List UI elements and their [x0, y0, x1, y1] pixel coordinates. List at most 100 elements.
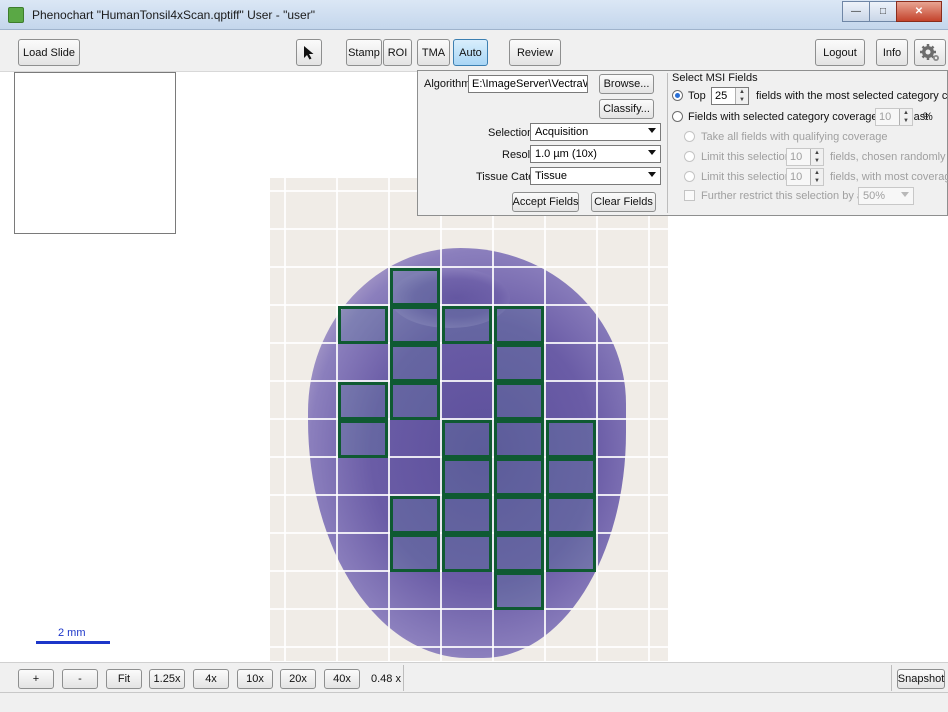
zoom-4x-button[interactable]: 4x [193, 669, 229, 689]
msi-field[interactable] [494, 458, 544, 496]
chevron-down-icon [648, 150, 656, 155]
zoom-20x-button[interactable]: 20x [280, 669, 316, 689]
top-label: Top [688, 90, 706, 102]
limit-coverage-radio[interactable] [684, 171, 695, 182]
zoom-in-button[interactable]: + [18, 669, 54, 689]
limit-random-value: 10 [790, 151, 803, 163]
grid-size-select[interactable]: 50% [858, 187, 914, 205]
roi-button[interactable]: ROI [383, 39, 412, 66]
msi-field[interactable] [442, 420, 492, 458]
msi-field[interactable] [494, 572, 544, 610]
msi-field[interactable] [390, 306, 440, 344]
zoom-fit-button[interactable]: Fit [106, 669, 142, 689]
clear-fields-button[interactable]: Clear Fields [591, 192, 656, 212]
spinner-arrows-icon[interactable]: ▲ ▼ [810, 169, 823, 185]
gear-icon [920, 43, 939, 61]
limit-coverage-value: 10 [790, 171, 803, 183]
msi-fields-header: Select MSI Fields [672, 72, 758, 84]
zoom-toolbar: + - Fit 1.25x 4x 10x 20x 40x 0.48 x Snap… [0, 662, 948, 692]
zoom-10x-button[interactable]: 10x [237, 669, 273, 689]
msi-field[interactable] [338, 306, 388, 344]
msi-field[interactable] [546, 420, 596, 458]
limit-coverage-suffix: fields, with most coverage [830, 171, 948, 183]
msi-field[interactable] [390, 496, 440, 534]
tissue-category-select[interactable]: Tissue [530, 167, 661, 185]
zoom-out-button[interactable]: - [62, 669, 98, 689]
pointer-tool-button[interactable] [296, 39, 322, 66]
msi-field[interactable] [338, 420, 388, 458]
spinner-arrows-icon[interactable]: ▲ ▼ [810, 149, 823, 165]
selection-type-select[interactable]: Acquisition [530, 123, 661, 141]
limit-random-spinner[interactable]: 10 ▲ ▼ [786, 148, 824, 166]
zoom-1-25x-button[interactable]: 1.25x [149, 669, 185, 689]
app-icon [8, 7, 24, 23]
msi-field[interactable] [390, 534, 440, 572]
msi-field[interactable] [390, 344, 440, 382]
msi-field[interactable] [494, 420, 544, 458]
minimize-icon[interactable]: — [842, 1, 870, 22]
limit-coverage-spinner[interactable]: 10 ▲ ▼ [786, 168, 824, 186]
cursor-arrow-icon [304, 46, 314, 60]
spinner-arrows-icon[interactable]: ▲ ▼ [735, 88, 748, 104]
msi-field[interactable] [442, 458, 492, 496]
auto-selection-panel: Algorithm: E:\ImageServer\VectraWS\ Brow… [417, 70, 948, 216]
zoom-level-readout: 0.48 x [371, 673, 401, 685]
tma-button[interactable]: TMA [417, 39, 450, 66]
msi-field[interactable] [494, 382, 544, 420]
resolution-select[interactable]: 1.0 µm (10x) [530, 145, 661, 163]
msi-field[interactable] [546, 496, 596, 534]
algorithm-path-field[interactable]: E:\ImageServer\VectraWS\ [468, 75, 588, 93]
msi-field[interactable] [390, 382, 440, 420]
stamp-button[interactable]: Stamp [346, 39, 382, 66]
window-title: Phenochart "HumanTonsil4xScan.qptiff" Us… [32, 8, 315, 22]
auto-button[interactable]: Auto [453, 39, 488, 66]
close-icon[interactable]: ✕ [896, 1, 942, 22]
accept-fields-button[interactable]: Accept Fields [512, 192, 579, 212]
selection-type-value: Acquisition [535, 126, 589, 138]
msi-field[interactable] [494, 496, 544, 534]
coverage-unit: % [923, 111, 933, 123]
limit-random-suffix: fields, chosen randomly [830, 151, 946, 163]
overview-thumbnail[interactable] [14, 72, 176, 234]
spinner-arrows-icon[interactable]: ▲ ▼ [899, 109, 912, 125]
msi-field[interactable] [494, 534, 544, 572]
chevron-down-icon [901, 192, 909, 197]
window-controls: — □ ✕ [842, 1, 942, 22]
grid-size-value: 50% [863, 190, 886, 202]
top-count-spinner[interactable]: 25 ▲ ▼ [711, 87, 749, 105]
classify-button[interactable]: Classify... [599, 99, 654, 119]
top-fields-radio[interactable] [672, 90, 683, 101]
logout-button[interactable]: Logout [815, 39, 865, 66]
msi-field[interactable] [390, 268, 440, 306]
msi-field[interactable] [442, 534, 492, 572]
main-toolbar: Load Slide Stamp ROI TMA Auto Review Log… [0, 30, 948, 72]
coverage-value: 10 [879, 111, 892, 123]
slide-viewer[interactable] [270, 178, 668, 661]
maximize-icon[interactable]: □ [869, 1, 897, 22]
grid-restrict-checkbox[interactable] [684, 190, 695, 201]
browse-button[interactable]: Browse... [599, 74, 654, 94]
coverage-spinner[interactable]: 10 ▲ ▼ [875, 108, 913, 126]
limit-random-radio[interactable] [684, 151, 695, 162]
snapshot-button[interactable]: Snapshot [897, 669, 945, 689]
msi-field[interactable] [494, 306, 544, 344]
msi-field[interactable] [494, 344, 544, 382]
msi-field[interactable] [338, 382, 388, 420]
take-all-label: Take all fields with qualifying coverage [701, 131, 888, 143]
msi-field[interactable] [546, 534, 596, 572]
status-bar [0, 692, 948, 712]
review-button[interactable]: Review [509, 39, 561, 66]
msi-field[interactable] [546, 458, 596, 496]
settings-button[interactable] [914, 39, 946, 66]
take-all-radio[interactable] [684, 131, 695, 142]
chevron-down-icon [648, 128, 656, 133]
load-slide-button[interactable]: Load Slide [18, 39, 80, 66]
top-count-value: 25 [715, 90, 728, 102]
msi-field[interactable] [442, 496, 492, 534]
info-button[interactable]: Info [876, 39, 908, 66]
zoom-40x-button[interactable]: 40x [324, 669, 360, 689]
coverage-fields-radio[interactable] [672, 111, 683, 122]
scale-bar [36, 641, 110, 644]
scale-label: 2 mm [58, 627, 86, 639]
msi-field[interactable] [442, 306, 492, 344]
